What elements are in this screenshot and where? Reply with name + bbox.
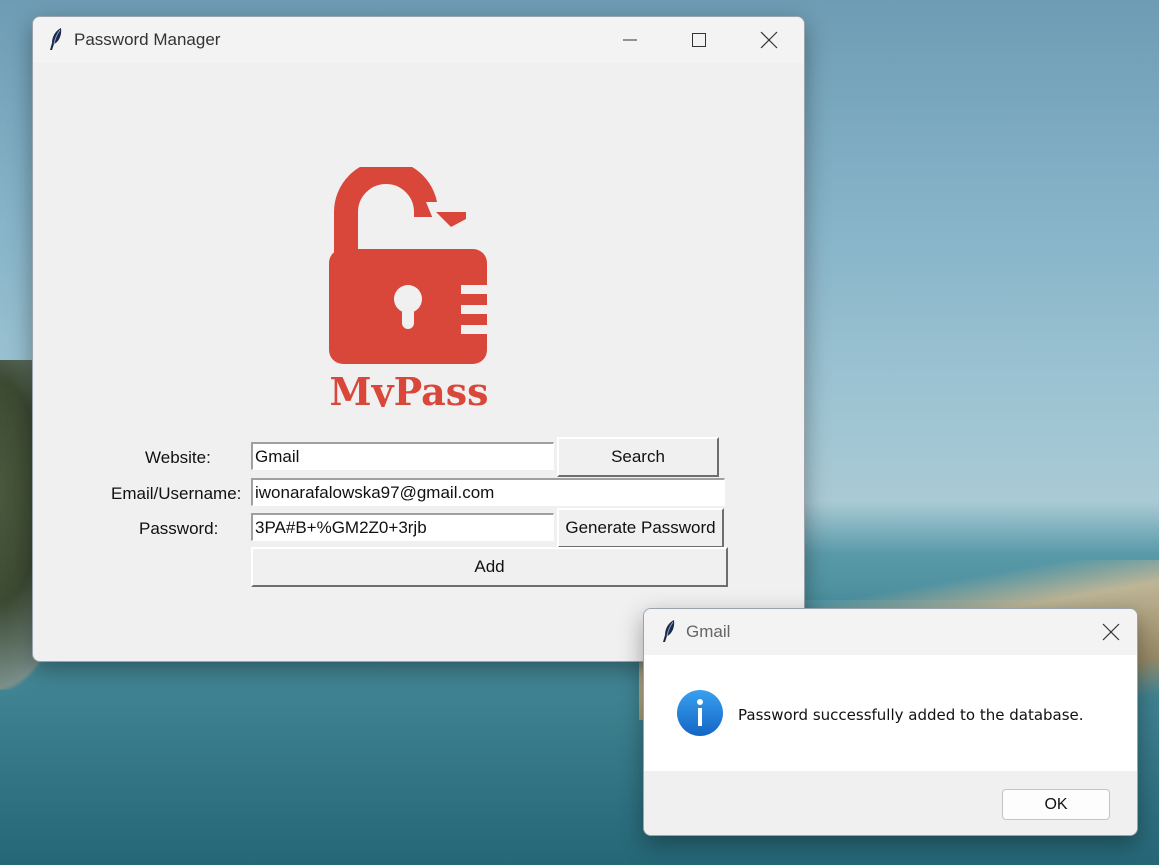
feather-icon bbox=[663, 620, 675, 642]
maximize-button[interactable] bbox=[664, 17, 734, 63]
password-manager-window: Password Manager MyPass Website: Search … bbox=[32, 16, 805, 662]
website-input[interactable] bbox=[251, 442, 554, 470]
info-dialog: Gmail Password successfully added to the… bbox=[643, 608, 1138, 836]
close-button[interactable] bbox=[734, 17, 804, 63]
email-input[interactable] bbox=[251, 478, 725, 506]
mypass-logo: MyPass bbox=[329, 167, 491, 407]
close-icon bbox=[1102, 623, 1120, 641]
minimize-icon bbox=[623, 39, 637, 41]
dialog-title-bar[interactable]: Gmail bbox=[644, 609, 1137, 655]
password-input[interactable] bbox=[251, 513, 554, 541]
maximize-icon bbox=[692, 33, 706, 47]
dialog-body: Password successfully added to the datab… bbox=[644, 655, 1137, 771]
close-icon bbox=[760, 31, 778, 49]
email-label: Email/Username: bbox=[111, 484, 242, 503]
dialog-message: Password successfully added to the datab… bbox=[738, 706, 1084, 724]
minimize-button[interactable] bbox=[595, 17, 665, 63]
website-label: Website: bbox=[145, 448, 211, 467]
dialog-footer: OK bbox=[644, 771, 1137, 835]
window-title: Password Manager bbox=[74, 30, 221, 49]
dialog-title: Gmail bbox=[686, 622, 731, 641]
title-bar[interactable]: Password Manager bbox=[33, 17, 804, 63]
dialog-close-button[interactable] bbox=[1085, 609, 1137, 655]
generate-password-button[interactable]: Generate Password bbox=[557, 508, 724, 548]
password-label: Password: bbox=[139, 519, 219, 538]
logo-text: MyPass bbox=[329, 369, 488, 407]
feather-icon bbox=[50, 28, 62, 50]
add-button[interactable]: Add bbox=[251, 547, 728, 587]
info-icon bbox=[677, 690, 723, 736]
search-button[interactable]: Search bbox=[557, 437, 719, 477]
ok-button[interactable]: OK bbox=[1002, 789, 1110, 820]
